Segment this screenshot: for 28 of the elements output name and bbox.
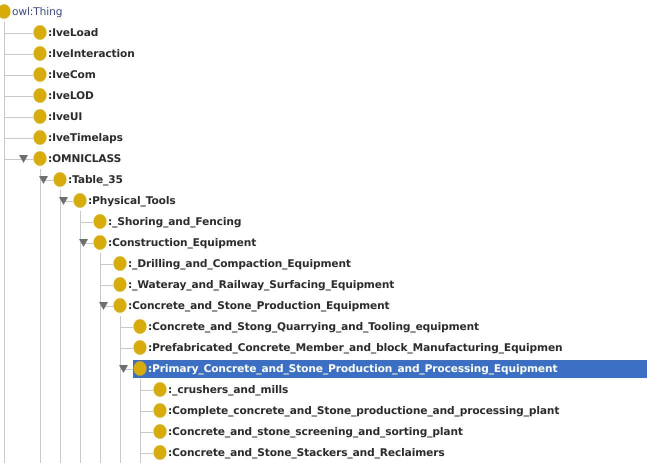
class-dot-icon [153,403,167,418]
expand-triangle-icon[interactable] [119,365,128,373]
class-dot-icon [33,151,47,166]
class-dot-icon [113,298,127,313]
class-dot-icon [133,361,147,376]
class-dot-icon [133,340,147,355]
class-dot-icon [73,193,87,208]
expand-triangle-icon[interactable] [79,239,88,247]
expand-triangle-icon[interactable] [99,302,108,310]
class-tree-item[interactable]: :Primary_Concrete_and_Stone_Production_and_Processing_Equipment [133,360,647,378]
class-dot-icon [113,256,127,271]
class-dot-icon [93,214,107,229]
expand-triangle-icon[interactable] [19,155,28,163]
class-dot-icon [113,277,127,292]
class-dot-icon [33,130,47,145]
class-dot-icon [33,25,47,40]
class-dot-icon [93,235,107,250]
expand-triangle-icon[interactable] [59,197,68,205]
class-dot-icon [153,445,167,460]
class-dot-icon [33,46,47,61]
class-dot-icon [53,172,67,187]
class-dot-icon [153,424,167,439]
class-dot-icon [33,109,47,124]
class-dot-icon [33,67,47,82]
class-dot-icon [133,319,147,334]
expand-triangle-icon[interactable] [39,176,48,184]
class-dot-icon [153,382,167,397]
class-dot-icon [33,88,47,103]
